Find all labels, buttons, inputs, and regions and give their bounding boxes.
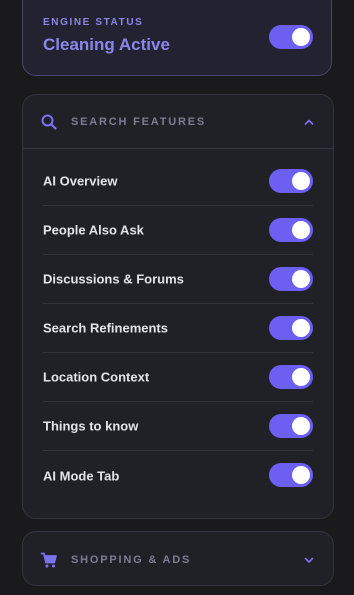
ai-overview-toggle[interactable]	[269, 169, 313, 193]
search-icon	[41, 114, 57, 130]
toggle-knob	[292, 319, 310, 337]
people-also-ask-toggle[interactable]	[269, 218, 313, 242]
chevron-up-icon	[304, 119, 314, 125]
feature-row-ai-overview: AI Overview	[43, 157, 313, 206]
feature-label: AI Mode Tab	[43, 468, 120, 483]
search-features-title: SEARCH FEATURES	[71, 115, 206, 128]
search-features-header[interactable]: SEARCH FEATURES	[23, 95, 333, 149]
toggle-knob	[292, 221, 310, 239]
feature-label: People Also Ask	[43, 222, 144, 238]
feature-label: Search Refinements	[43, 320, 168, 336]
shopping-ads-panel: SHOPPING & ADS	[22, 531, 334, 586]
feature-row-things-to-know: Things to know	[43, 402, 313, 451]
feature-list: AI Overview People Also Ask Discussions …	[23, 149, 333, 500]
toggle-knob	[292, 28, 310, 46]
feature-row-ai-mode-tab: AI Mode Tab	[43, 451, 313, 500]
chevron-down-icon	[304, 557, 314, 563]
toggle-knob	[292, 466, 310, 484]
toggle-knob	[292, 368, 310, 386]
feature-label: Location Context	[43, 369, 150, 385]
feature-row-search-refinements: Search Refinements	[43, 304, 313, 353]
discussions-forums-toggle[interactable]	[269, 267, 313, 291]
shopping-ads-header[interactable]: SHOPPING & ADS	[23, 532, 333, 585]
shopping-ads-title: SHOPPING & ADS	[71, 553, 192, 566]
toggle-knob	[292, 417, 310, 435]
engine-status-card: ENGINE STATUS Cleaning Active	[22, 0, 332, 76]
extension-popup: ENGINE STATUS Cleaning Active SEARCH FEA…	[0, 0, 354, 595]
feature-label: AI Overview	[43, 173, 118, 189]
things-to-know-toggle[interactable]	[269, 414, 313, 438]
feature-label: Things to know	[43, 418, 139, 434]
engine-status-kicker: ENGINE STATUS	[43, 17, 144, 28]
feature-row-discussions-forums: Discussions & Forums	[43, 255, 313, 304]
engine-status-title: Cleaning Active	[43, 35, 170, 54]
feature-row-people-also-ask: People Also Ask	[43, 206, 313, 255]
feature-row-location-context: Location Context	[43, 353, 313, 402]
toggle-knob	[292, 172, 310, 190]
search-features-panel: SEARCH FEATURES AI Overview People Also …	[22, 94, 334, 519]
ai-mode-tab-toggle[interactable]	[269, 463, 313, 487]
toggle-knob	[292, 270, 310, 288]
feature-label: Discussions & Forums	[43, 271, 184, 287]
shopping-cart-icon	[40, 552, 57, 567]
search-refinements-toggle[interactable]	[269, 316, 313, 340]
engine-toggle[interactable]	[269, 25, 313, 49]
location-context-toggle[interactable]	[269, 365, 313, 389]
